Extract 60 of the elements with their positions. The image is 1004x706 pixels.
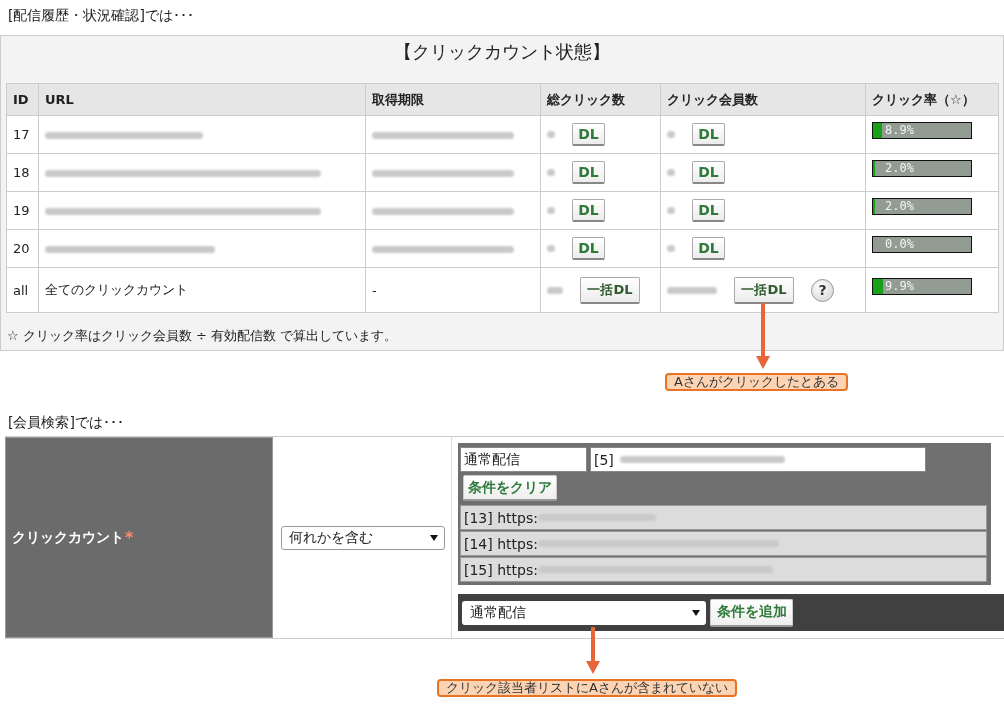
column-header: URL (38, 83, 366, 116)
bulk-download-button[interactable]: 一括DL (580, 276, 640, 304)
column-header: クリック会員数 (660, 83, 866, 116)
download-button[interactable]: DL (572, 199, 605, 222)
footnote: ☆ クリック率はクリック会員数 ÷ 有効配信数 で算出しています。 (7, 328, 398, 343)
table-cell: 18 (6, 153, 39, 192)
download-button[interactable]: DL (572, 123, 605, 146)
blurred-text (547, 207, 555, 214)
table-cell: 17 (6, 115, 39, 154)
caret-icon (692, 609, 700, 616)
bulk-download-button[interactable]: 一括DL (734, 276, 794, 304)
table-cell: 全てのクリックカウント (38, 267, 366, 313)
help-button[interactable]: ? (811, 278, 834, 302)
condition-item[interactable]: [14] https: (460, 531, 987, 556)
caret-icon (430, 534, 438, 541)
column-header: ID (6, 83, 39, 116)
callout-label: クリック該当者リストにAさんが含まれていない (437, 679, 737, 697)
rate-text: 0.0% (885, 237, 914, 252)
rate-text: 2.0% (885, 199, 914, 214)
rate-text: 2.0% (885, 161, 914, 176)
download-button[interactable]: DL (572, 237, 605, 260)
callout-label: Aさんがクリックしたとある (665, 373, 848, 391)
download-button[interactable]: DL (572, 161, 605, 184)
blurred-text (547, 169, 555, 176)
delivery-select[interactable]: 通常配信 (462, 600, 706, 625)
condition-item[interactable]: [13] https: (460, 505, 987, 530)
blurred-text (547, 131, 555, 138)
blurred-text (667, 169, 675, 176)
blurred-text (667, 207, 675, 214)
field-label: クリックカウント (12, 528, 124, 547)
clear-conditions-button[interactable]: 条件をクリア (463, 475, 557, 501)
table-cell: 19 (6, 191, 39, 230)
blurred-text (667, 245, 675, 252)
required-mark: * (125, 528, 134, 547)
condition-item[interactable]: [15] https: (460, 557, 987, 582)
table-cell: all (6, 267, 39, 313)
rate-text: 9.9% (885, 278, 914, 294)
download-button[interactable]: DL (692, 199, 725, 222)
match-select[interactable]: 何れかを含む (281, 525, 445, 550)
arrow-annotation (586, 627, 600, 674)
download-button[interactable]: DL (692, 237, 725, 260)
type-field[interactable]: 通常配信 (460, 447, 587, 472)
target-field[interactable]: [5] (590, 447, 926, 472)
blurred-text (547, 245, 555, 252)
download-button[interactable]: DL (692, 161, 725, 184)
panel-title: 【クリックカウント状態】 (394, 41, 610, 62)
rate-text: 8.9% (885, 123, 914, 138)
section-heading: [配信履歴・状況確認]では･･･ (8, 7, 194, 23)
blurred-text (667, 286, 717, 294)
column-header: クリック率（☆） (865, 83, 999, 116)
blurred-text (667, 131, 675, 138)
column-header: 総クリック数 (540, 83, 661, 116)
table-cell: - (365, 267, 541, 313)
add-condition-button[interactable]: 条件を追加 (710, 598, 793, 627)
blurred-text (547, 286, 563, 294)
download-button[interactable]: DL (692, 123, 725, 146)
section-heading: [会員検索]では･･･ (8, 414, 124, 430)
table-cell: 20 (6, 229, 39, 268)
column-header: 取得期限 (365, 83, 541, 116)
arrow-annotation (756, 303, 770, 369)
